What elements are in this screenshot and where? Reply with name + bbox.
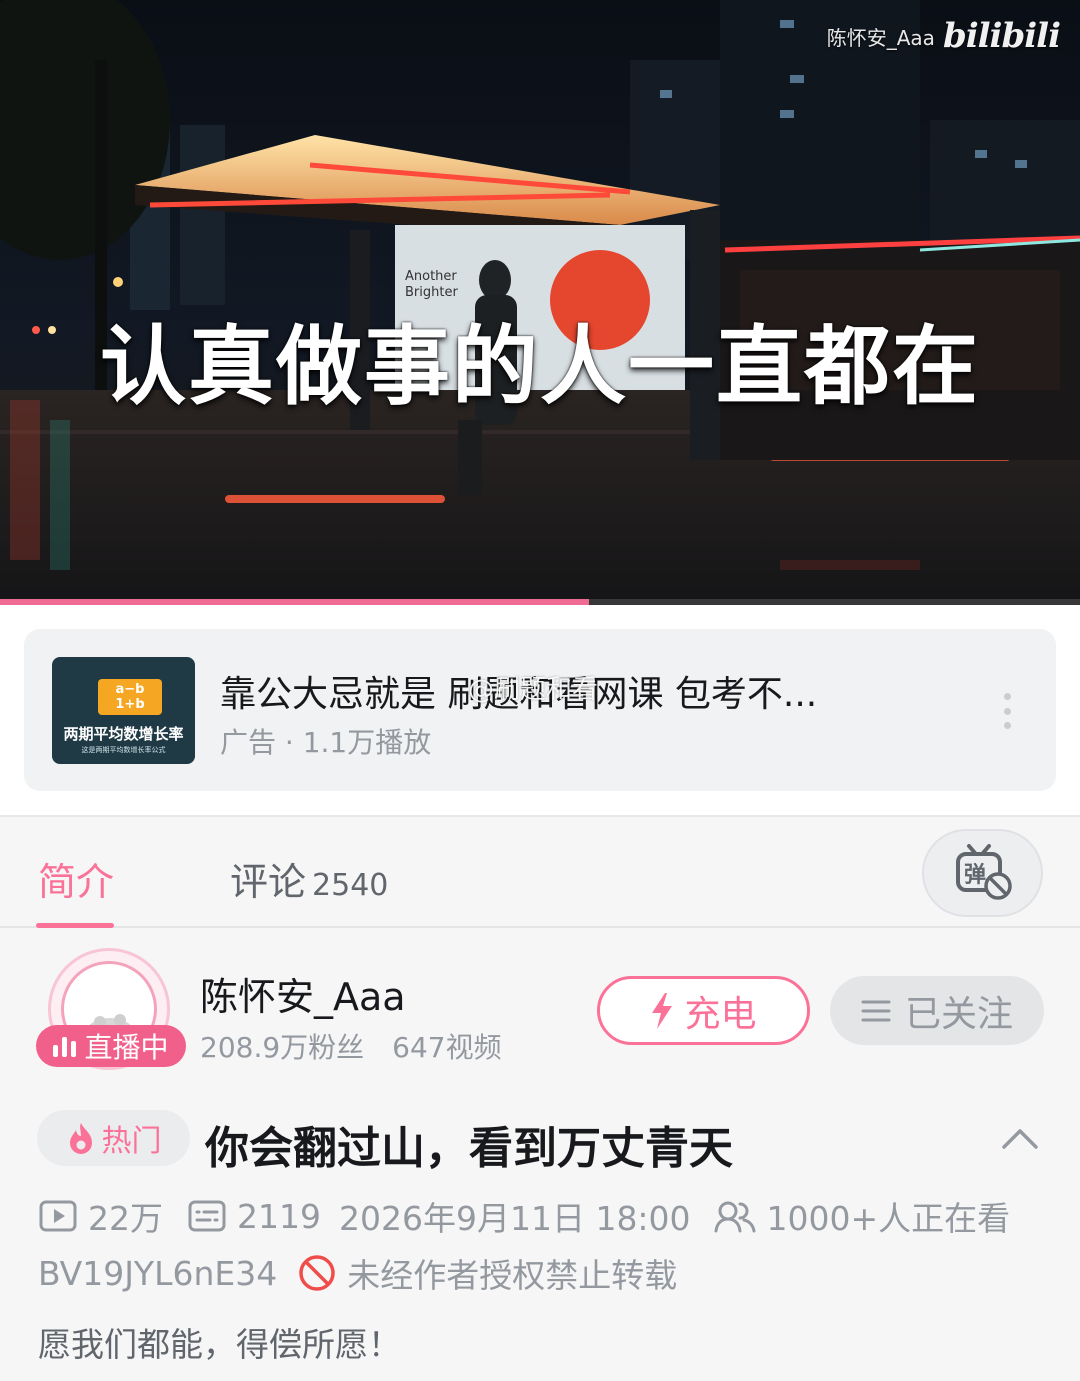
overlay-watermark: @刷题和看 bbox=[468, 675, 599, 705]
live-viewers: 1000+人正在看 bbox=[713, 1192, 1010, 1240]
danmaku-toggle-button[interactable]: 弹 bbox=[922, 829, 1043, 917]
follower-count: 208.9万粉丝 bbox=[200, 1031, 365, 1064]
video-title: 你会翻过山，看到万丈青天 bbox=[205, 1123, 733, 1174]
tab-comments[interactable]: 评论 2540 bbox=[230, 851, 388, 906]
tab-comments-label: 评论 bbox=[230, 860, 307, 904]
copyright-notice: 未经作者授权禁止转载 bbox=[347, 1256, 678, 1295]
viewers-icon bbox=[714, 1201, 756, 1233]
follow-label: 已关注 bbox=[904, 993, 1013, 1035]
tab-bar: 简介 评论 2540 弹 bbox=[0, 815, 1080, 928]
live-badge[interactable]: 直播中 bbox=[36, 1025, 186, 1067]
charge-label: 充电 bbox=[684, 993, 757, 1035]
thumb-title: 两期平均数增长率 bbox=[63, 725, 184, 743]
danmaku-count-icon bbox=[188, 1200, 226, 1232]
ad-section: a−b 1+b 两期平均数增长率 这是两期平均数增长率公式 靠公大忌就是 刷题和… bbox=[0, 605, 1080, 815]
svg-text:Another: Another bbox=[405, 269, 457, 284]
follow-button[interactable]: 已关注 bbox=[830, 976, 1044, 1045]
video-count: 647视频 bbox=[392, 1031, 502, 1064]
forbid-icon bbox=[299, 1255, 335, 1291]
live-bars-icon bbox=[53, 1035, 77, 1057]
play-count: 22万 bbox=[38, 1192, 163, 1240]
svg-text:弹: 弹 bbox=[964, 863, 986, 888]
chevron-up-icon[interactable] bbox=[1000, 1123, 1040, 1153]
video-id-row: BV19JYL6nE34 未经作者授权禁止转载 bbox=[38, 1251, 678, 1296]
video-stats: 22万 2119 2026年9月11日 18:00 1000+人正在看 bbox=[38, 1194, 1010, 1238]
uploader-name[interactable]: 陈怀安_Aaa bbox=[200, 966, 406, 1021]
more-icon[interactable] bbox=[992, 689, 1022, 733]
watermark-username: 陈怀安_Aaa bbox=[826, 25, 935, 50]
menu-lines-icon bbox=[861, 1000, 891, 1021]
publish-date: 2026年9月11日 18:00 bbox=[338, 1199, 691, 1238]
thumb-subtitle: 这是两期平均数增长率公式 bbox=[81, 746, 166, 754]
danmaku-toggle-icon: 弹 bbox=[955, 844, 1012, 900]
comment-count: 2540 bbox=[312, 868, 389, 903]
charge-button[interactable]: 充电 bbox=[597, 976, 810, 1045]
live-label: 直播中 bbox=[84, 1031, 169, 1064]
bvid[interactable]: BV19JYL6nE34 bbox=[38, 1254, 277, 1293]
bilibili-logo: bilibili bbox=[942, 16, 1061, 56]
video-description: 愿我们都能，得偿所愿！ bbox=[38, 1325, 401, 1364]
ad-thumbnail: a−b 1+b 两期平均数增长率 这是两期平均数增长率公式 bbox=[52, 657, 195, 764]
video-player[interactable]: Another Brighter 陈怀安_Aaa bilibili 认真做事的人… bbox=[0, 0, 1080, 605]
hot-tag[interactable]: 热门 bbox=[37, 1110, 190, 1166]
hot-label: 热门 bbox=[101, 1124, 162, 1159]
danmaku-count: 2119 bbox=[187, 1197, 321, 1236]
video-intro: 直播中 陈怀安_Aaa 208.9万粉丝 647视频 充电 已关注 热门 你会翻过… bbox=[0, 928, 1080, 1381]
thumb-formula: a−b 1+b bbox=[98, 679, 162, 715]
video-caption: 认真做事的人一直都在 bbox=[100, 317, 980, 417]
fire-icon bbox=[69, 1123, 92, 1154]
ad-meta: 广告 · 1.1万播放 bbox=[220, 726, 432, 759]
video-watermark: 陈怀安_Aaa bilibili bbox=[826, 16, 1061, 56]
ad-card[interactable]: a−b 1+b 两期平均数增长率 这是两期平均数增长率公式 靠公大忌就是 刷题和… bbox=[24, 629, 1056, 791]
uploader-stats: 208.9万粉丝 647视频 bbox=[200, 1026, 502, 1066]
tab-intro[interactable]: 简介 bbox=[38, 851, 114, 906]
lightning-icon bbox=[652, 992, 673, 1029]
play-count-icon bbox=[39, 1200, 77, 1232]
